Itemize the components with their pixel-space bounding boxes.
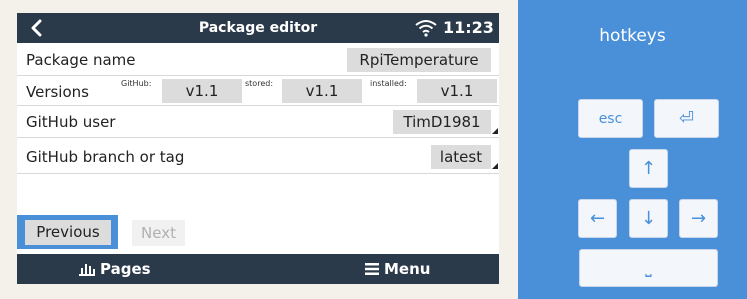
stored-version-value: v1.1 <box>282 79 362 103</box>
up-key[interactable]: ↑ <box>629 149 668 188</box>
down-key[interactable]: ↓ <box>629 199 668 238</box>
row-versions: Versions GitHub: v1.1 stored: v1.1 insta… <box>17 76 499 106</box>
github-user-field[interactable]: TimD1981 <box>393 110 491 134</box>
pages-button[interactable]: Pages <box>79 254 151 284</box>
wifi-icon <box>415 20 437 37</box>
github-branch-value: latest <box>439 148 483 166</box>
menu-icon <box>365 263 379 275</box>
github-version-label: GitHub: <box>121 79 152 88</box>
edit-corner-icon <box>492 128 498 134</box>
installed-version-label: installed: <box>370 79 407 88</box>
hotkeys-title: hotkeys <box>599 26 666 46</box>
stored-version-label: stored: <box>245 79 274 88</box>
previous-button[interactable]: Previous <box>17 215 118 249</box>
right-key[interactable]: → <box>679 199 718 238</box>
versions-label: Versions <box>26 83 89 101</box>
header-bar: Package editor 11:23 <box>17 13 499 43</box>
package-name-value: RpiTemperature <box>347 48 491 72</box>
menu-button[interactable]: Menu <box>365 254 430 284</box>
package-name-label: Package name <box>26 51 136 69</box>
previous-button-label: Previous <box>25 220 111 245</box>
next-button: Next <box>132 220 185 246</box>
row-github-branch[interactable]: GitHub branch or tag latest <box>17 138 499 174</box>
row-github-user[interactable]: GitHub user TimD1981 <box>17 106 499 138</box>
bar-chart-icon <box>79 264 95 276</box>
device-screen: Package editor 11:23 Package name RpiTem… <box>17 13 499 284</box>
clock: 11:23 <box>443 18 494 37</box>
row-package-name: Package name RpiTemperature <box>17 44 499 76</box>
footer-bar: Pages Menu <box>17 254 499 284</box>
menu-label: Menu <box>384 260 431 278</box>
github-branch-field[interactable]: latest <box>431 145 491 169</box>
left-key[interactable]: ← <box>578 199 617 238</box>
hotkeys-panel: hotkeys esc ⏎ ↑ ← ↓ → ⎵ <box>518 0 747 299</box>
pages-label: Pages <box>100 260 151 278</box>
installed-version-value: v1.1 <box>417 79 497 103</box>
github-user-label: GitHub user <box>26 113 116 131</box>
enter-key[interactable]: ⏎ <box>654 99 719 138</box>
edit-corner-icon <box>492 163 498 169</box>
github-user-value: TimD1981 <box>403 113 481 131</box>
github-branch-label: GitHub branch or tag <box>26 148 185 166</box>
github-version-value: v1.1 <box>162 79 242 103</box>
space-key[interactable]: ⎵ <box>579 249 718 287</box>
esc-key[interactable]: esc <box>578 99 643 138</box>
